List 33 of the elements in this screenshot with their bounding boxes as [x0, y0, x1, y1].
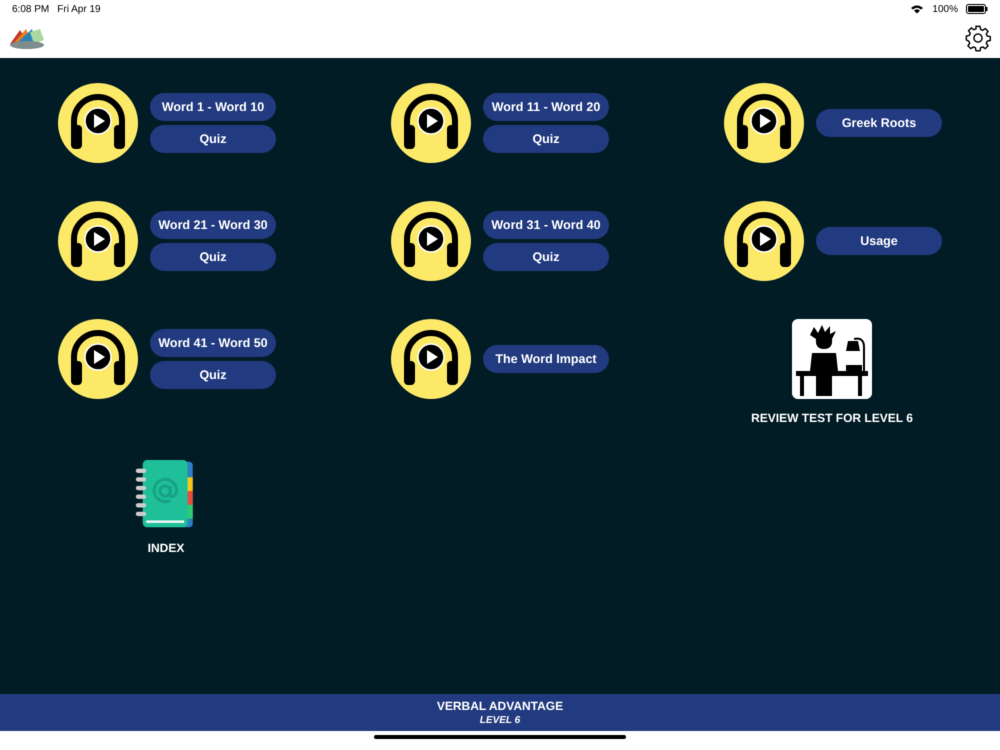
settings-icon[interactable]: [964, 24, 992, 52]
app-title: VERBAL ADVANTAGE: [436, 699, 564, 713]
headphones-play-icon[interactable]: [391, 201, 471, 281]
headphones-play-icon[interactable]: [724, 83, 804, 163]
lesson-button[interactable]: Quiz: [150, 361, 276, 389]
lesson-button[interactable]: Greek Roots: [816, 109, 942, 137]
headphones-play-icon[interactable]: [391, 83, 471, 163]
index-label: INDEX: [148, 541, 184, 555]
review-test-label: REVIEW TEST FOR LEVEL 6: [751, 411, 913, 425]
student-at-desk-icon[interactable]: [792, 319, 872, 399]
lesson-button[interactable]: Quiz: [150, 125, 276, 153]
level-subtitle: LEVEL 6: [480, 715, 520, 726]
status-date: Fri Apr 19: [57, 4, 101, 14]
headphones-play-icon[interactable]: [58, 201, 138, 281]
lesson-button[interactable]: Word 1 - Word 10: [150, 93, 276, 121]
headphones-play-icon[interactable]: [58, 319, 138, 399]
lesson-button[interactable]: Usage: [816, 227, 942, 255]
status-time: 6:08 PM: [12, 4, 50, 14]
lesson-button[interactable]: Quiz: [483, 243, 609, 271]
headphones-play-icon[interactable]: [724, 201, 804, 281]
wifi-icon: [910, 4, 924, 14]
battery-percent: 100%: [932, 4, 958, 14]
lesson-button[interactable]: Quiz: [150, 243, 276, 271]
lesson-button[interactable]: Quiz: [483, 125, 609, 153]
lesson-button[interactable]: Word 21 - Word 30: [150, 211, 276, 239]
battery-icon: [966, 4, 988, 14]
lesson-button[interactable]: Word 41 - Word 50: [150, 329, 276, 357]
lesson-button[interactable]: The Word Impact: [483, 345, 609, 373]
lesson-button[interactable]: Word 11 - Word 20: [483, 93, 609, 121]
lesson-button[interactable]: Word 31 - Word 40: [483, 211, 609, 239]
headphones-play-icon[interactable]: [58, 83, 138, 163]
color-cards-logo-icon[interactable]: [8, 26, 46, 50]
headphones-play-icon[interactable]: [391, 319, 471, 399]
